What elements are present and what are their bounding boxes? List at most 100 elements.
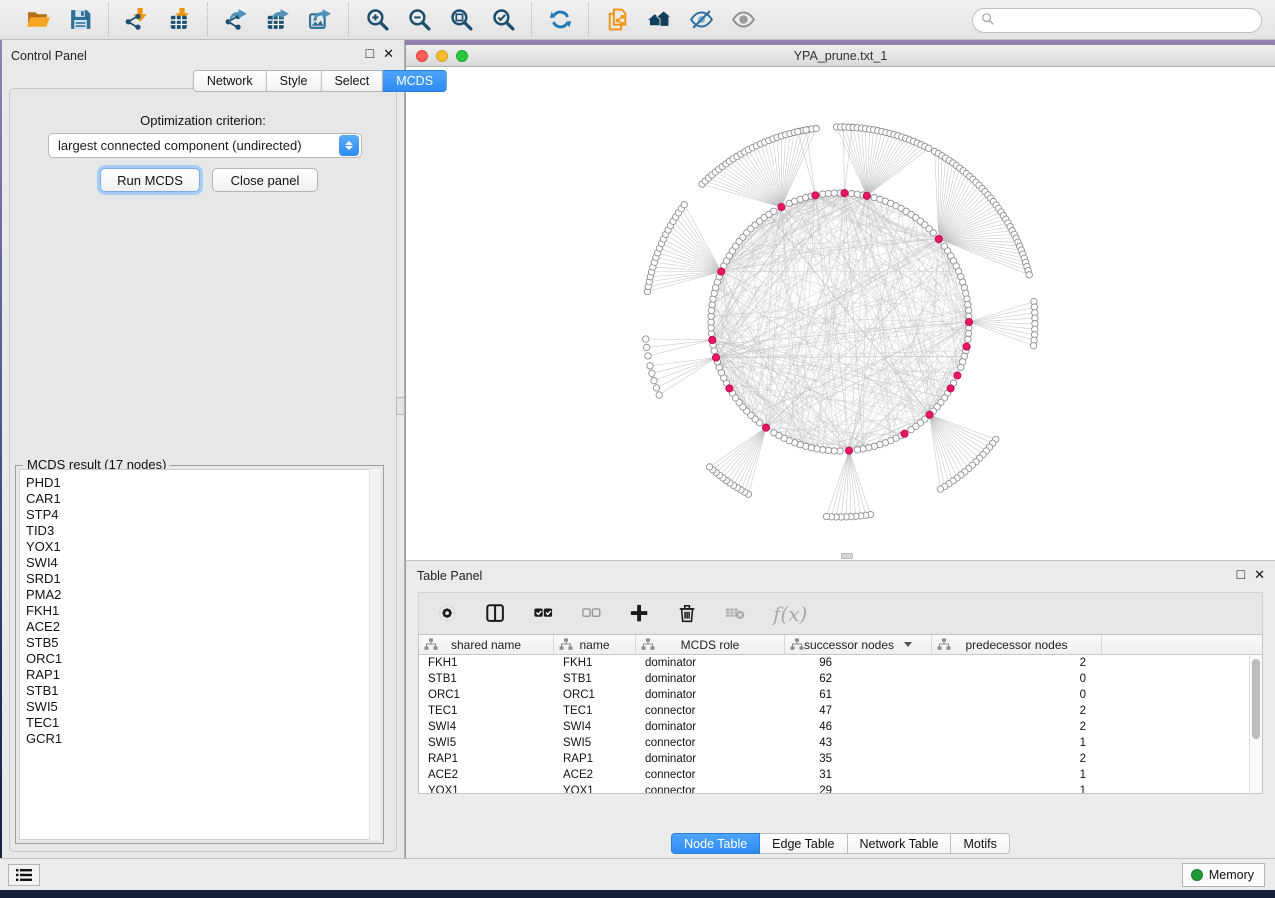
shared-name-cell[interactable]: ACE2 [419, 767, 554, 783]
name-cell[interactable]: ORC1 [554, 687, 636, 703]
leaf-node[interactable] [937, 486, 943, 492]
show-details-icon[interactable] [729, 6, 757, 34]
network-file-icon[interactable] [603, 6, 631, 34]
shared-name-cell[interactable]: SWI4 [419, 719, 554, 735]
mcds-result-item[interactable]: GCR1 [26, 731, 379, 747]
leaf-node[interactable] [1026, 272, 1032, 278]
float-table-panel-icon[interactable]: □ [1237, 568, 1245, 581]
shared-name-cell[interactable]: TEC1 [419, 703, 554, 719]
hub-node[interactable] [762, 424, 769, 431]
hub-node[interactable] [712, 354, 719, 361]
tab-edge-table[interactable]: Edge Table [760, 833, 847, 854]
network-node[interactable] [854, 447, 860, 453]
network-canvas[interactable] [406, 67, 1275, 560]
deselect-all-icon[interactable] [581, 603, 603, 625]
name-cell[interactable]: ACE2 [554, 767, 636, 783]
shared-name-cell[interactable]: FKH1 [419, 655, 554, 671]
mcds-result-item[interactable]: ACE2 [26, 619, 379, 635]
mcds-result-item[interactable]: PMA2 [26, 587, 379, 603]
predecessor-nodes-cell[interactable]: 2 [932, 655, 1102, 671]
mcds-result-item[interactable]: TID3 [26, 523, 379, 539]
run-mcds-button[interactable]: Run MCDS [100, 168, 200, 192]
mcds-role-cell[interactable]: connector [636, 767, 785, 783]
successor-nodes-cell[interactable]: 43 [785, 735, 932, 751]
import-table-icon[interactable] [165, 6, 193, 34]
predecessor-nodes-cell[interactable]: 2 [932, 751, 1102, 767]
network-node[interactable] [965, 336, 971, 342]
status-menu-button[interactable] [8, 864, 40, 886]
shared-name-cell[interactable]: SWI5 [419, 735, 554, 751]
column-header-shared-name[interactable]: shared name [419, 635, 554, 654]
leaf-node[interactable] [645, 353, 651, 359]
export-network-icon[interactable] [222, 6, 250, 34]
predecessor-nodes-cell[interactable]: 0 [932, 687, 1102, 703]
optimization-criterion-select[interactable]: largest connected component (undirected) [48, 133, 362, 158]
search-input[interactable] [1000, 14, 1253, 28]
delete-icon[interactable] [677, 603, 699, 625]
table-row[interactable]: ORC1ORC1dominator610 [419, 687, 1262, 703]
tab-mcds[interactable]: MCDS [383, 70, 447, 92]
successor-nodes-cell[interactable]: 61 [785, 687, 932, 703]
table-row[interactable]: ACE2ACE2connector311 [419, 767, 1262, 783]
refresh-icon[interactable] [546, 6, 574, 34]
mcds-role-cell[interactable]: dominator [636, 655, 785, 671]
zoom-out-icon[interactable] [405, 6, 433, 34]
leaf-node[interactable] [823, 513, 829, 519]
columns-icon[interactable] [485, 603, 507, 625]
mcds-result-item[interactable]: RAP1 [26, 667, 379, 683]
table-row[interactable]: TEC1TEC1connector472 [419, 703, 1262, 719]
hub-node[interactable] [926, 411, 933, 418]
leaf-node[interactable] [925, 145, 931, 151]
predecessor-nodes-cell[interactable]: 2 [932, 719, 1102, 735]
zoom-selected-icon[interactable] [489, 6, 517, 34]
successor-nodes-cell[interactable]: 46 [785, 719, 932, 735]
mcds-role-cell[interactable]: dominator [636, 687, 785, 703]
hub-node[interactable] [954, 372, 961, 379]
leaf-node[interactable] [1030, 343, 1036, 349]
predecessor-nodes-cell[interactable]: 1 [932, 767, 1102, 783]
name-cell[interactable]: FKH1 [554, 655, 636, 671]
network-node[interactable] [908, 426, 914, 432]
mcds-result-item[interactable]: TEC1 [26, 715, 379, 731]
tab-style[interactable]: Style [267, 70, 322, 92]
leaf-node[interactable] [813, 125, 819, 131]
mcds-result-item[interactable]: FKH1 [26, 603, 379, 619]
network-node[interactable] [930, 230, 936, 236]
name-cell[interactable]: TEC1 [554, 703, 636, 719]
mcds-role-cell[interactable]: connector [636, 783, 785, 794]
home-icon[interactable] [645, 6, 673, 34]
export-image-icon[interactable] [306, 6, 334, 34]
tab-motifs[interactable]: Motifs [951, 833, 1009, 854]
mcds-result-item[interactable]: CAR1 [26, 491, 379, 507]
mcds-role-cell[interactable]: dominator [636, 671, 785, 687]
column-header-name[interactable]: name [554, 635, 636, 654]
hub-node[interactable] [726, 385, 733, 392]
leaf-node[interactable] [681, 201, 687, 207]
hub-node[interactable] [965, 318, 972, 325]
column-header-predecessor-nodes[interactable]: predecessor nodes [932, 635, 1102, 654]
predecessor-nodes-cell[interactable]: 2 [932, 703, 1102, 719]
leaf-node[interactable] [803, 127, 809, 133]
mcds-result-scrollbar[interactable] [369, 469, 380, 840]
table-row[interactable]: RAP1RAP1dominator352 [419, 751, 1262, 767]
tab-network-table[interactable]: Network Table [848, 833, 952, 854]
predecessor-nodes-cell[interactable]: 1 [932, 735, 1102, 751]
view-split-grip[interactable] [841, 553, 853, 559]
close-panel-icon[interactable]: ✕ [383, 47, 394, 60]
table-row[interactable]: FKH1FKH1dominator962 [419, 655, 1262, 671]
mcds-result-item[interactable]: SRD1 [26, 571, 379, 587]
open-icon[interactable] [24, 6, 52, 34]
search-box[interactable] [972, 8, 1262, 33]
export-table-icon[interactable] [264, 6, 292, 34]
leaf-node[interactable] [647, 363, 653, 369]
gear-icon[interactable] [437, 603, 459, 625]
mcds-role-cell[interactable]: connector [636, 703, 785, 719]
select-all-icon[interactable] [533, 603, 555, 625]
mcds-role-cell[interactable]: connector [636, 735, 785, 751]
leaf-node[interactable] [643, 344, 649, 350]
shared-name-cell[interactable]: STB1 [419, 671, 554, 687]
name-cell[interactable]: SWI5 [554, 735, 636, 751]
network-node[interactable] [771, 430, 777, 436]
successor-nodes-cell[interactable]: 96 [785, 655, 932, 671]
float-panel-icon[interactable]: □ [366, 47, 374, 60]
